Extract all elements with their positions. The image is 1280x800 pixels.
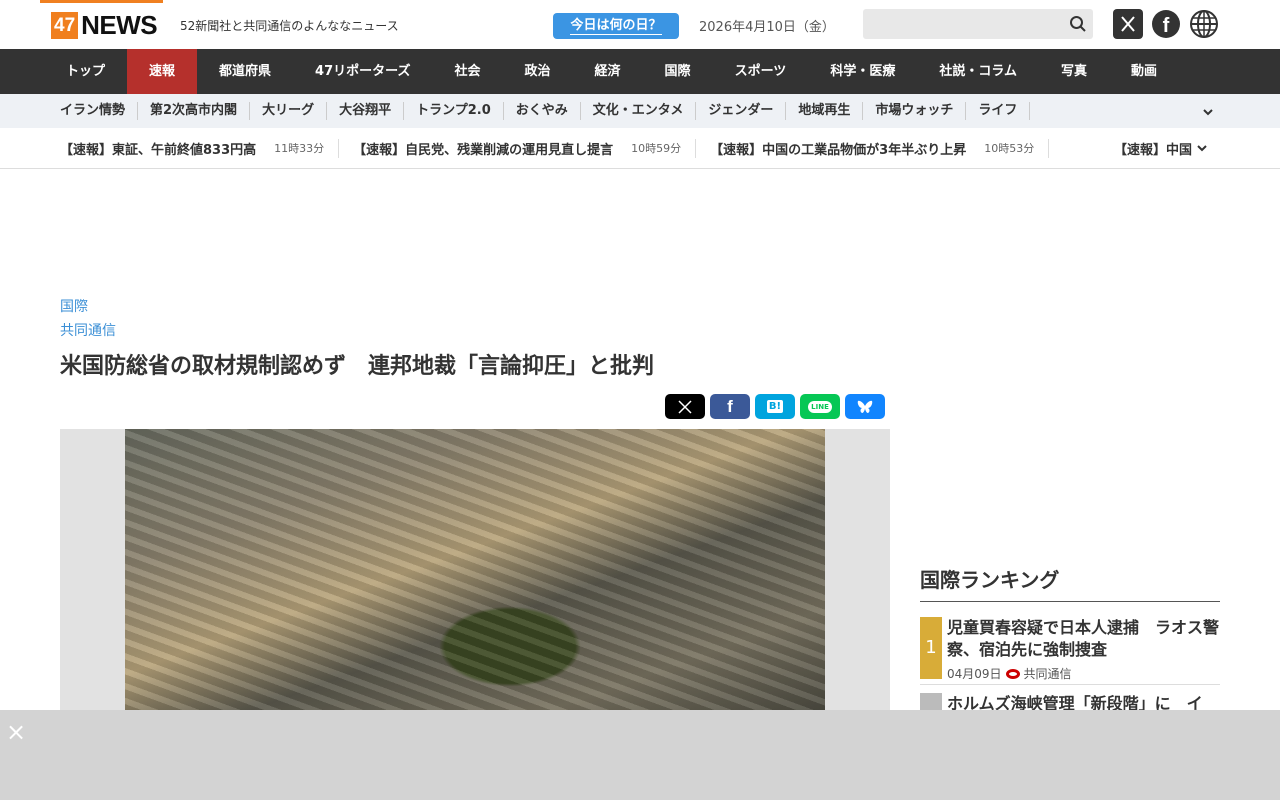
share-bluesky-button[interactable] bbox=[845, 394, 885, 419]
search-input[interactable] bbox=[863, 9, 1053, 39]
topic-link[interactable]: 市場ウォッチ bbox=[863, 102, 967, 120]
topic-link[interactable]: ジェンダー bbox=[696, 102, 787, 120]
rank-number: 1 bbox=[920, 617, 942, 679]
today-button-label: 今日は何の日？ bbox=[570, 18, 662, 35]
svg-text:f: f bbox=[1163, 15, 1170, 37]
today-in-history-button[interactable]: 今日は何の日？ bbox=[553, 13, 679, 39]
share-hatena-button[interactable]: B! bbox=[755, 394, 795, 419]
current-date: 2026年4月10日（金） bbox=[699, 20, 835, 35]
nav-science[interactable]: 科学・医療 bbox=[808, 49, 917, 94]
topic-link[interactable]: ライフ bbox=[966, 102, 1031, 120]
nav-top[interactable]: トップ bbox=[44, 49, 127, 94]
nav-society[interactable]: 社会 bbox=[433, 49, 503, 94]
logo-number: 47 bbox=[51, 12, 79, 39]
share-line-button[interactable]: LINE bbox=[800, 394, 840, 419]
ticker-item[interactable]: 【速報】中国の工業品物価が3年半ぶり上昇 10時53分 bbox=[710, 138, 1050, 158]
topic-link[interactable]: 大リーグ bbox=[250, 102, 328, 120]
header: 47 NEWS 52新聞社と共同通信のよんななニュース 今日は何の日？ 2026… bbox=[0, 0, 1280, 49]
topic-nav: イラン情勢 第2次高市内閣 大リーグ 大谷翔平 トランプ2.0 おくやみ 文化・… bbox=[0, 94, 1280, 128]
search-icon[interactable] bbox=[1069, 15, 1087, 37]
chevron-down-icon[interactable] bbox=[1196, 139, 1208, 158]
main-nav: トップ 速報 都道府県 47リポーターズ 社会 政治 経済 国際 スポーツ 科学… bbox=[0, 49, 1280, 94]
article-image-container bbox=[60, 429, 890, 719]
breaking-news-ticker: 【速報】東証、午前終値833円高 11時33分 【速報】自民党、残業削減の運用見直… bbox=[0, 128, 1280, 169]
chevron-down-icon[interactable] bbox=[1202, 103, 1214, 122]
x-icon[interactable] bbox=[1113, 9, 1143, 39]
article-photo[interactable] bbox=[125, 429, 825, 719]
kyodo-logo-icon bbox=[1005, 668, 1020, 679]
ranking-source: 共同通信 bbox=[1023, 667, 1072, 681]
topic-link[interactable]: おくやみ bbox=[504, 102, 581, 120]
ticker-time: 11時33分 bbox=[274, 142, 325, 155]
x-icon bbox=[678, 399, 692, 414]
ticker-item[interactable]: 【速報】東証、午前終値833円高 11時33分 bbox=[60, 138, 340, 158]
ranking-headline: 児童買春容疑で日本人逮捕 ラオス警察、宿泊先に強制捜査 bbox=[947, 618, 1220, 659]
article-source[interactable]: 共同通信 bbox=[60, 320, 116, 340]
ticker-item[interactable]: 【速報】中国 bbox=[1098, 128, 1228, 168]
topic-link[interactable]: トランプ2.0 bbox=[404, 102, 504, 120]
facebook-icon[interactable]: f bbox=[1151, 9, 1181, 39]
hatena-icon: B! bbox=[766, 400, 784, 413]
topic-link[interactable]: 地域再生 bbox=[786, 102, 864, 120]
ticker-item[interactable]: 【速報】自民党、残業削減の運用見直し提言 10時59分 bbox=[353, 138, 697, 158]
ticker-headline: 【速報】東証、午前終値833円高 bbox=[60, 142, 257, 158]
share-x-button[interactable] bbox=[665, 394, 705, 419]
accent-bar bbox=[40, 0, 163, 3]
ticker-time: 10時59分 bbox=[631, 142, 682, 155]
ticker-headline: 【速報】中国 bbox=[1114, 142, 1193, 158]
ranking-item[interactable]: 1 児童買春容疑で日本人逮捕 ラオス警察、宿泊先に強制捜査 04月09日 共同通信 bbox=[920, 617, 1220, 685]
facebook-icon: f bbox=[727, 396, 733, 416]
topic-link[interactable]: 文化・エンタメ bbox=[581, 102, 697, 120]
share-facebook-button[interactable]: f bbox=[710, 394, 750, 419]
topic-link[interactable]: 第2次高市内閣 bbox=[138, 102, 251, 120]
site-logo[interactable]: 47 NEWS bbox=[51, 10, 158, 40]
ticker-time: 10時53分 bbox=[984, 142, 1035, 155]
ranking-date: 04月09日 bbox=[947, 667, 1002, 681]
search-box[interactable] bbox=[863, 9, 1093, 39]
globe-icon[interactable] bbox=[1189, 9, 1219, 39]
ticker-headline: 【速報】中国の工業品物価が3年半ぶり上昇 bbox=[710, 142, 967, 158]
nav-prefectures[interactable]: 都道府県 bbox=[197, 49, 293, 94]
topic-link[interactable]: 大谷翔平 bbox=[327, 102, 405, 120]
line-icon: LINE bbox=[808, 400, 832, 413]
ranking-title: 国際ランキング bbox=[920, 564, 1220, 602]
nav-sports[interactable]: スポーツ bbox=[713, 49, 809, 94]
nav-videos[interactable]: 動画 bbox=[1109, 49, 1179, 94]
nav-editorial[interactable]: 社説・コラム bbox=[917, 49, 1039, 94]
nav-economy[interactable]: 経済 bbox=[573, 49, 643, 94]
tagline: 52新聞社と共同通信のよんななニュース bbox=[180, 19, 399, 33]
nav-politics[interactable]: 政治 bbox=[503, 49, 573, 94]
nav-photos[interactable]: 写真 bbox=[1039, 49, 1109, 94]
article-category[interactable]: 国際 bbox=[60, 296, 88, 316]
nav-breaking[interactable]: 速報 bbox=[127, 49, 198, 94]
topic-link[interactable]: イラン情勢 bbox=[48, 102, 139, 120]
bottom-ad-banner: × bbox=[0, 710, 1280, 800]
bluesky-icon bbox=[857, 400, 873, 413]
article-title: 米国防総省の取材規制認めず 連邦地裁「言論抑圧」と批判 bbox=[60, 354, 655, 379]
ticker-headline: 【速報】自民党、残業削減の運用見直し提言 bbox=[353, 142, 614, 158]
nav-international[interactable]: 国際 bbox=[643, 49, 713, 94]
close-icon[interactable]: × bbox=[6, 720, 26, 744]
nav-47reporters[interactable]: 47リポーターズ bbox=[293, 49, 432, 94]
logo-text: NEWS bbox=[81, 10, 158, 40]
